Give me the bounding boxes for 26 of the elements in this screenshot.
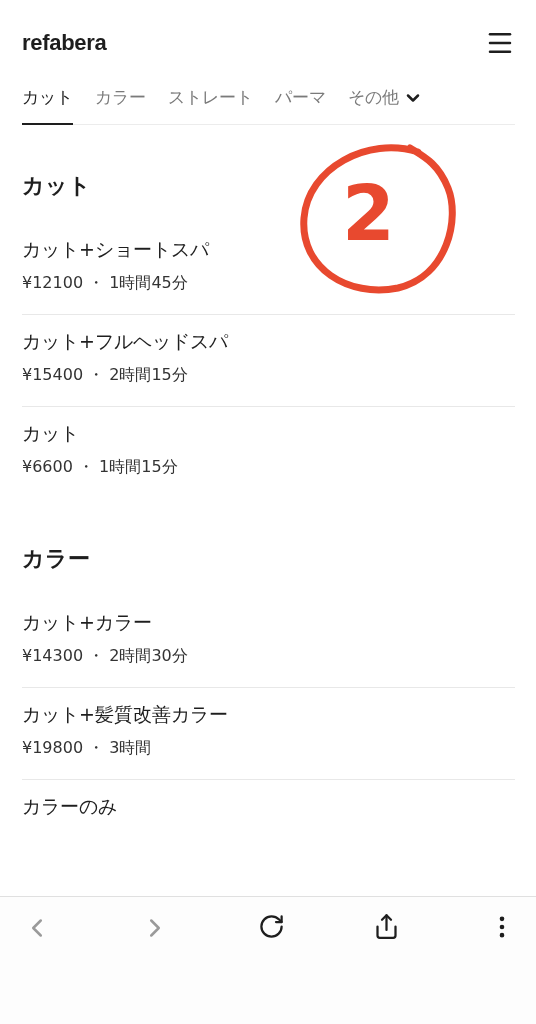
menu-item[interactable]: カット+髪質改善カラー ¥19800 ・ 3時間 xyxy=(22,688,515,780)
item-meta: ¥12100 ・ 1時間45分 xyxy=(22,273,189,294)
item-name: カット+ショートスパ xyxy=(22,237,210,262)
category-tab[interactable]: パーマ xyxy=(275,86,326,125)
section-title: カラー xyxy=(22,545,91,573)
item-name: カット+フルヘッドスパ xyxy=(22,329,229,354)
item-meta: ¥19800 ・ 3時間 xyxy=(22,738,153,759)
share-icon[interactable] xyxy=(373,913,400,940)
item-meta: ¥14300 ・ 2時間30分 xyxy=(22,646,189,667)
menu-item[interactable]: カラーのみ xyxy=(22,780,515,840)
item-meta: ¥15400 ・ 2時間15分 xyxy=(22,365,189,386)
section-title: カット xyxy=(22,172,92,200)
category-tab[interactable]: その他 xyxy=(348,86,423,125)
category-tab[interactable]: ストレート xyxy=(168,86,253,125)
item-meta: ¥6600 ・ 1時間15分 xyxy=(22,457,179,478)
category-tab[interactable]: カット xyxy=(22,86,73,125)
menu-item[interactable]: カット+フルヘッドスパ ¥15400 ・ 2時間15分 xyxy=(22,315,515,407)
reload-icon[interactable] xyxy=(258,913,285,940)
item-name: カット+髪質改善カラー xyxy=(22,702,229,727)
item-name: カラーのみ xyxy=(22,794,118,819)
menu-item[interactable]: カット ¥6600 ・ 1時間15分 xyxy=(22,407,515,498)
category-tab[interactable]: カラー xyxy=(95,86,146,125)
item-name: カット xyxy=(22,421,80,446)
menu-item[interactable]: カット+カラー ¥14300 ・ 2時間30分 xyxy=(22,596,515,688)
logo: refabera xyxy=(22,30,107,56)
item-name: カット+カラー xyxy=(22,610,153,635)
